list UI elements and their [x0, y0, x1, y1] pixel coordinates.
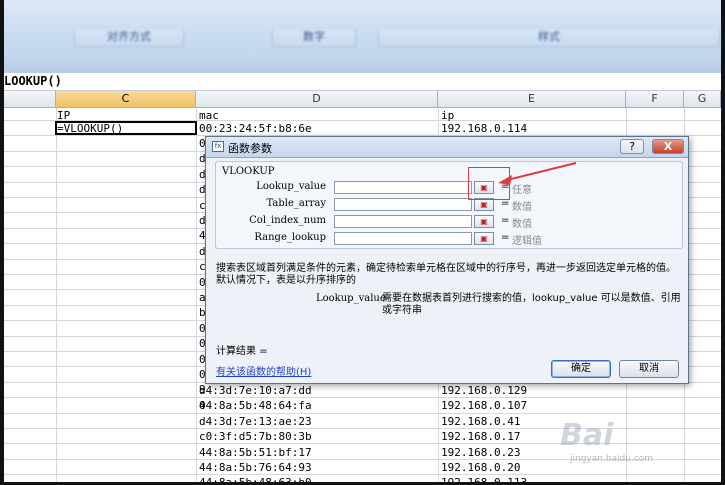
annotation-arrow [498, 162, 577, 185]
watermark-sub: jingyan.baidu.com [570, 454, 654, 464]
watermark-logo: Bai jingyan.baidu.com [560, 418, 653, 464]
watermark-text: Bai [560, 418, 614, 453]
